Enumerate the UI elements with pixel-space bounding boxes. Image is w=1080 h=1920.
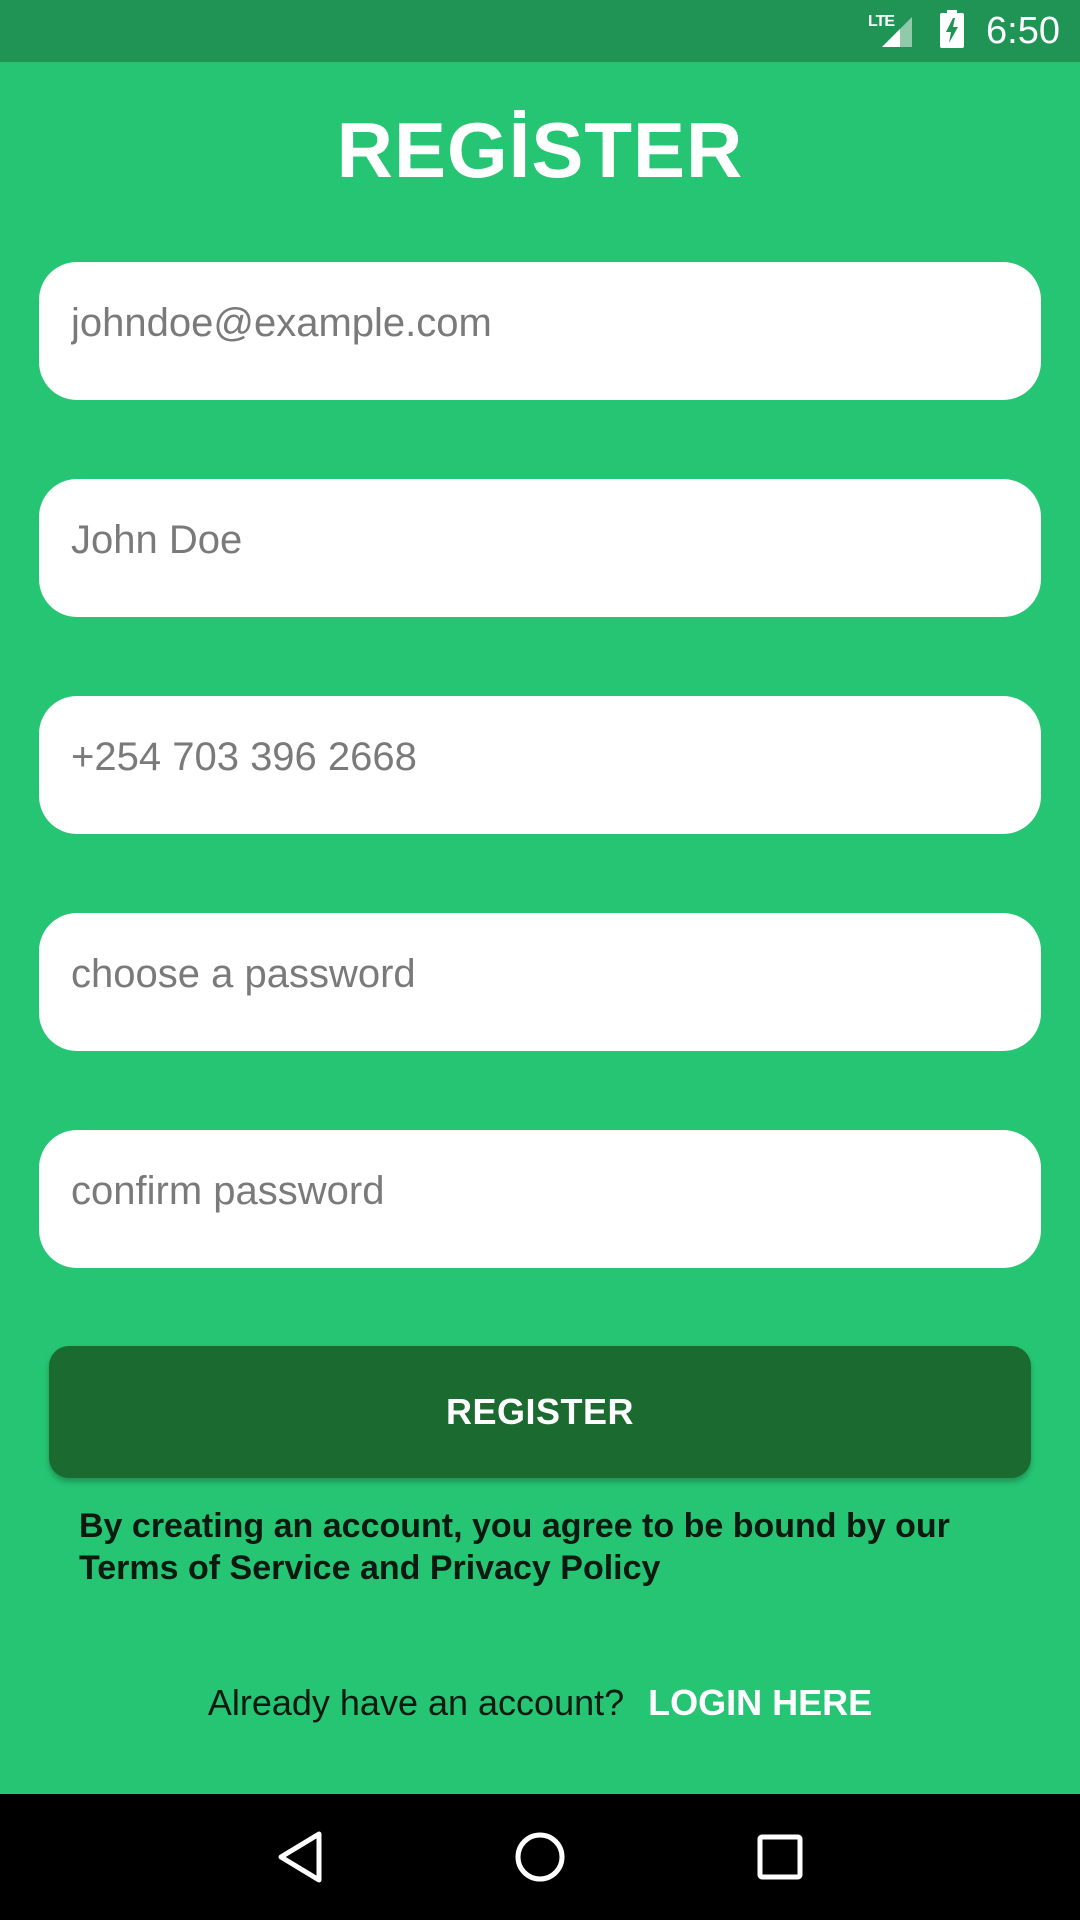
home-circle-icon[interactable] (505, 1822, 575, 1892)
confirm-password-input[interactable] (39, 1130, 1041, 1268)
recents-square-icon[interactable] (745, 1822, 815, 1892)
lte-signal-icon: LTE (868, 11, 918, 51)
name-field[interactable] (39, 479, 1041, 617)
status-clock: 6:50 (986, 9, 1060, 52)
page-title: REGİSTER (336, 106, 744, 194)
back-triangle-icon[interactable] (265, 1822, 335, 1892)
login-question: Already have an account? (207, 1682, 625, 1723)
email-input[interactable] (39, 262, 1041, 400)
login-here-link[interactable]: LOGIN HERE (648, 1682, 872, 1724)
terms-text: By creating an account, you agree to be … (79, 1507, 950, 1587)
phone-input[interactable] (39, 696, 1041, 834)
navigation-bar (0, 1794, 1080, 1920)
register-button[interactable]: REGISTER (49, 1346, 1031, 1478)
login-prompt: Already have an account? LOGIN HERE (0, 1682, 1080, 1724)
password-field[interactable] (39, 913, 1041, 1051)
phone-field[interactable] (39, 696, 1041, 834)
battery-charging-icon (940, 9, 965, 53)
email-field[interactable] (39, 262, 1041, 400)
name-input[interactable] (39, 479, 1041, 617)
status-bar: LTE 6:50 (0, 0, 1080, 62)
password-input[interactable] (39, 913, 1041, 1051)
confirm-password-field[interactable] (39, 1130, 1041, 1268)
